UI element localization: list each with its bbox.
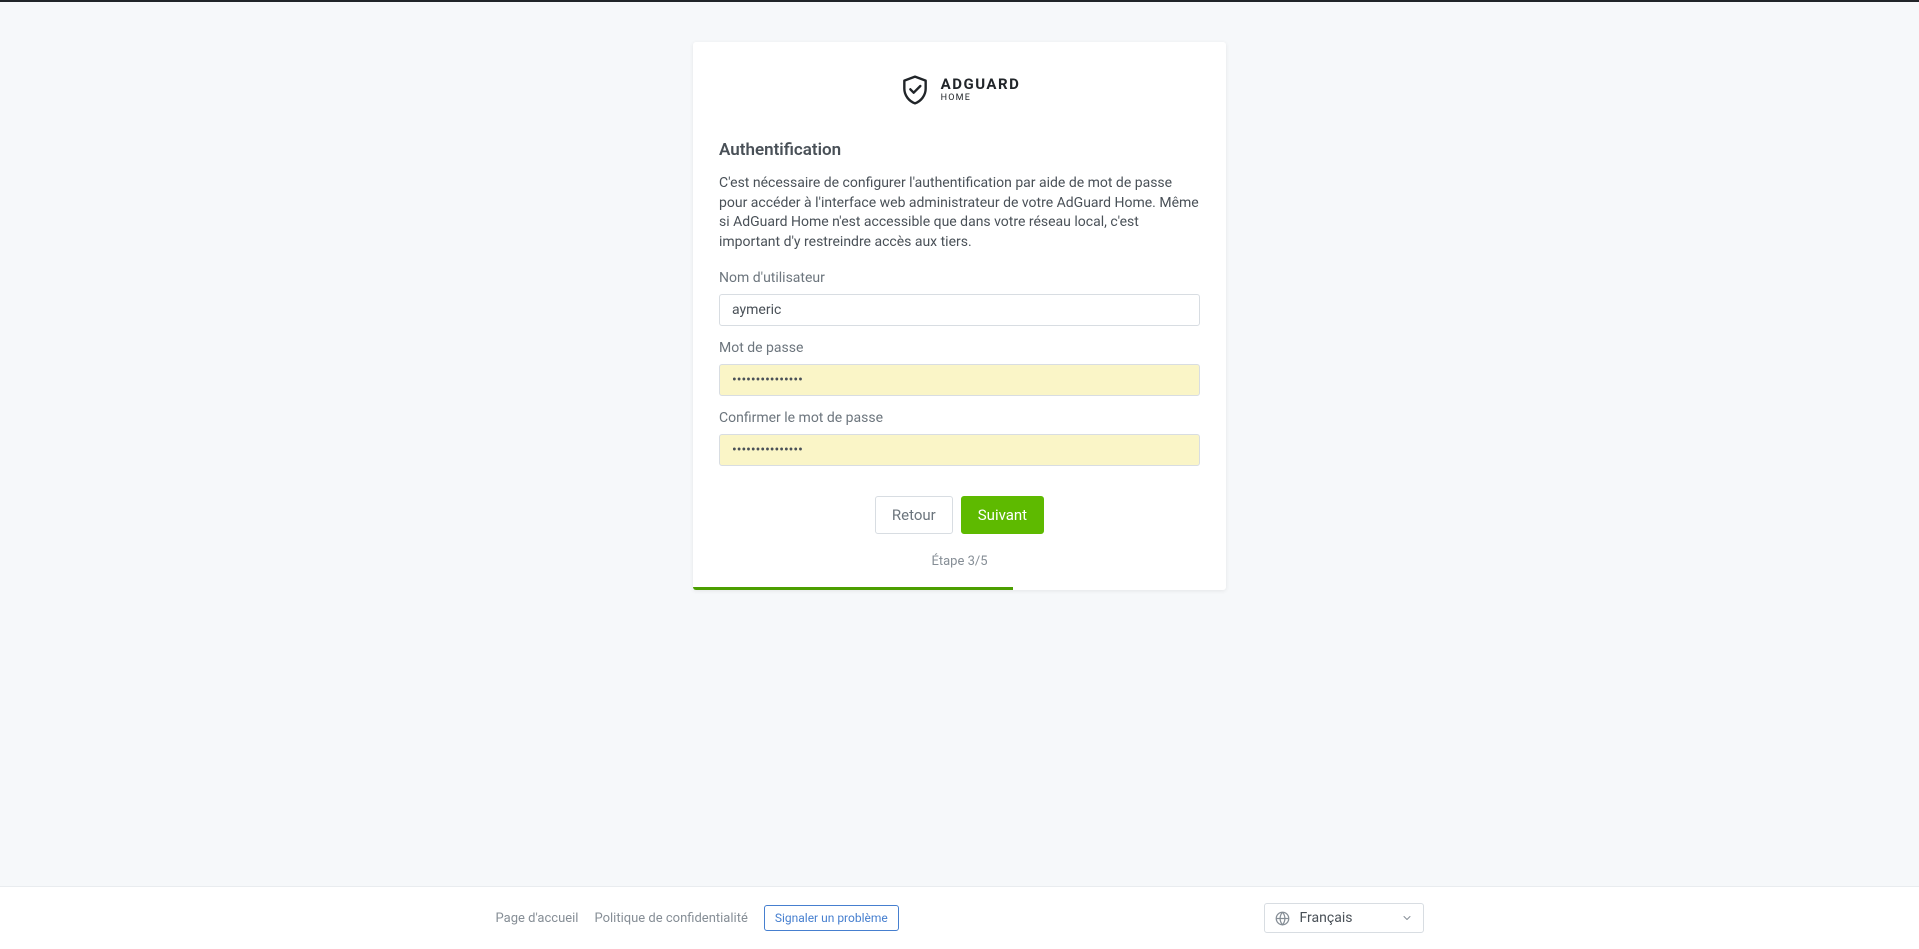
password-group: Mot de passe bbox=[719, 340, 1200, 396]
password-label: Mot de passe bbox=[719, 340, 1200, 356]
progress-bar bbox=[693, 587, 1226, 590]
globe-icon bbox=[1275, 911, 1290, 926]
logo-text: ADGUARD HOME bbox=[941, 77, 1021, 103]
logo-brand: ADGUARD bbox=[941, 77, 1021, 92]
main-area: ADGUARD HOME Authentification C'est néce… bbox=[0, 2, 1919, 886]
next-button[interactable]: Suivant bbox=[961, 496, 1044, 534]
app-logo: ADGUARD HOME bbox=[719, 74, 1200, 106]
username-group: Nom d'utilisateur bbox=[719, 270, 1200, 326]
confirm-password-group: Confirmer le mot de passe bbox=[719, 410, 1200, 466]
footer-inner: Page d'accueil Politique de confidential… bbox=[480, 903, 1440, 933]
progress-fill bbox=[693, 587, 1013, 590]
language-label: Français bbox=[1300, 910, 1391, 926]
shield-check-icon bbox=[899, 74, 931, 106]
button-row: Retour Suivant bbox=[719, 496, 1200, 534]
privacy-link[interactable]: Politique de confidentialité bbox=[594, 911, 747, 926]
step-indicator: Étape 3/5 bbox=[719, 554, 1200, 569]
page-description: C'est nécessaire de configurer l'authent… bbox=[719, 174, 1200, 252]
logo-sub: HOME bbox=[941, 94, 1021, 103]
report-issue-button[interactable]: Signaler un problème bbox=[764, 905, 899, 931]
page-title: Authentification bbox=[719, 140, 1200, 160]
confirm-password-label: Confirmer le mot de passe bbox=[719, 410, 1200, 426]
username-label: Nom d'utilisateur bbox=[719, 270, 1200, 286]
password-input[interactable] bbox=[719, 364, 1200, 396]
language-select[interactable]: Français bbox=[1264, 903, 1424, 933]
chevron-down-icon bbox=[1401, 912, 1413, 924]
footer: Page d'accueil Politique de confidential… bbox=[0, 886, 1919, 949]
home-link[interactable]: Page d'accueil bbox=[496, 911, 579, 926]
confirm-password-input[interactable] bbox=[719, 434, 1200, 466]
footer-links: Page d'accueil Politique de confidential… bbox=[496, 905, 899, 931]
setup-card: ADGUARD HOME Authentification C'est néce… bbox=[693, 42, 1226, 590]
back-button[interactable]: Retour bbox=[875, 496, 953, 534]
username-input[interactable] bbox=[719, 294, 1200, 326]
